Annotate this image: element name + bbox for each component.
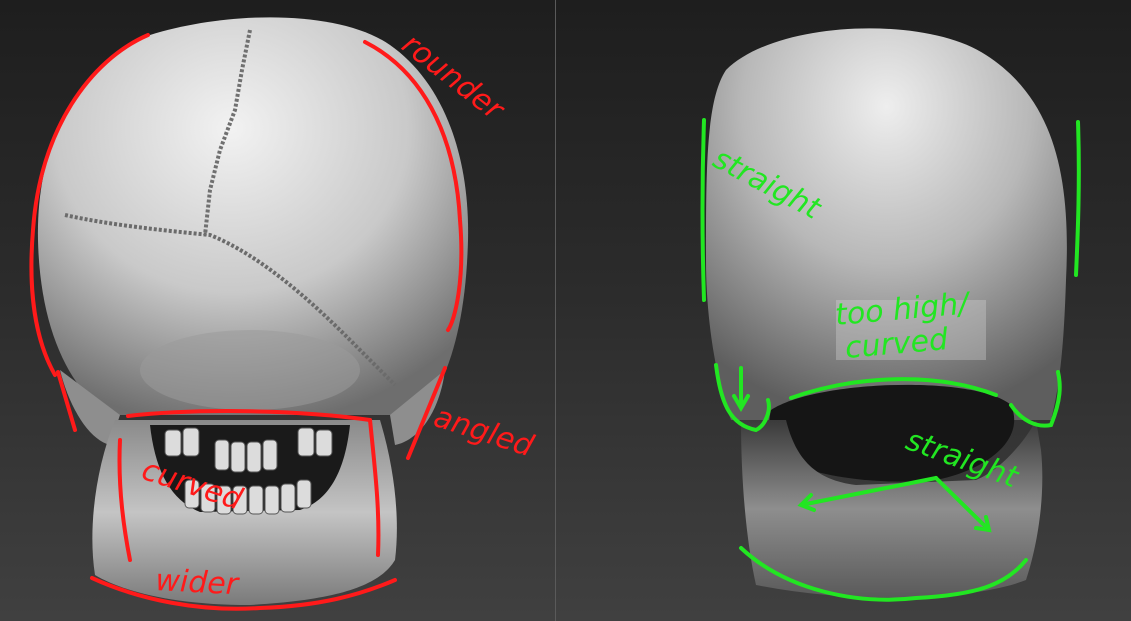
annotation-wider: wider <box>155 563 241 602</box>
sculpted-skull-panel: straight too high/ curved straight <box>556 0 1131 621</box>
occipital-protuberance <box>140 330 360 410</box>
straight-left-line <box>700 118 706 302</box>
straight-right-line <box>1074 120 1081 277</box>
sculpted-skull-render: straight too high/ curved straight <box>700 28 1081 602</box>
viewport: rounder angled curved wider straight too… <box>0 0 1131 621</box>
annotation-angled: angled <box>430 399 539 464</box>
reference-skull-panel: rounder angled curved wider <box>0 0 555 621</box>
reference-skull-render: rounder angled curved wider <box>29 17 539 611</box>
